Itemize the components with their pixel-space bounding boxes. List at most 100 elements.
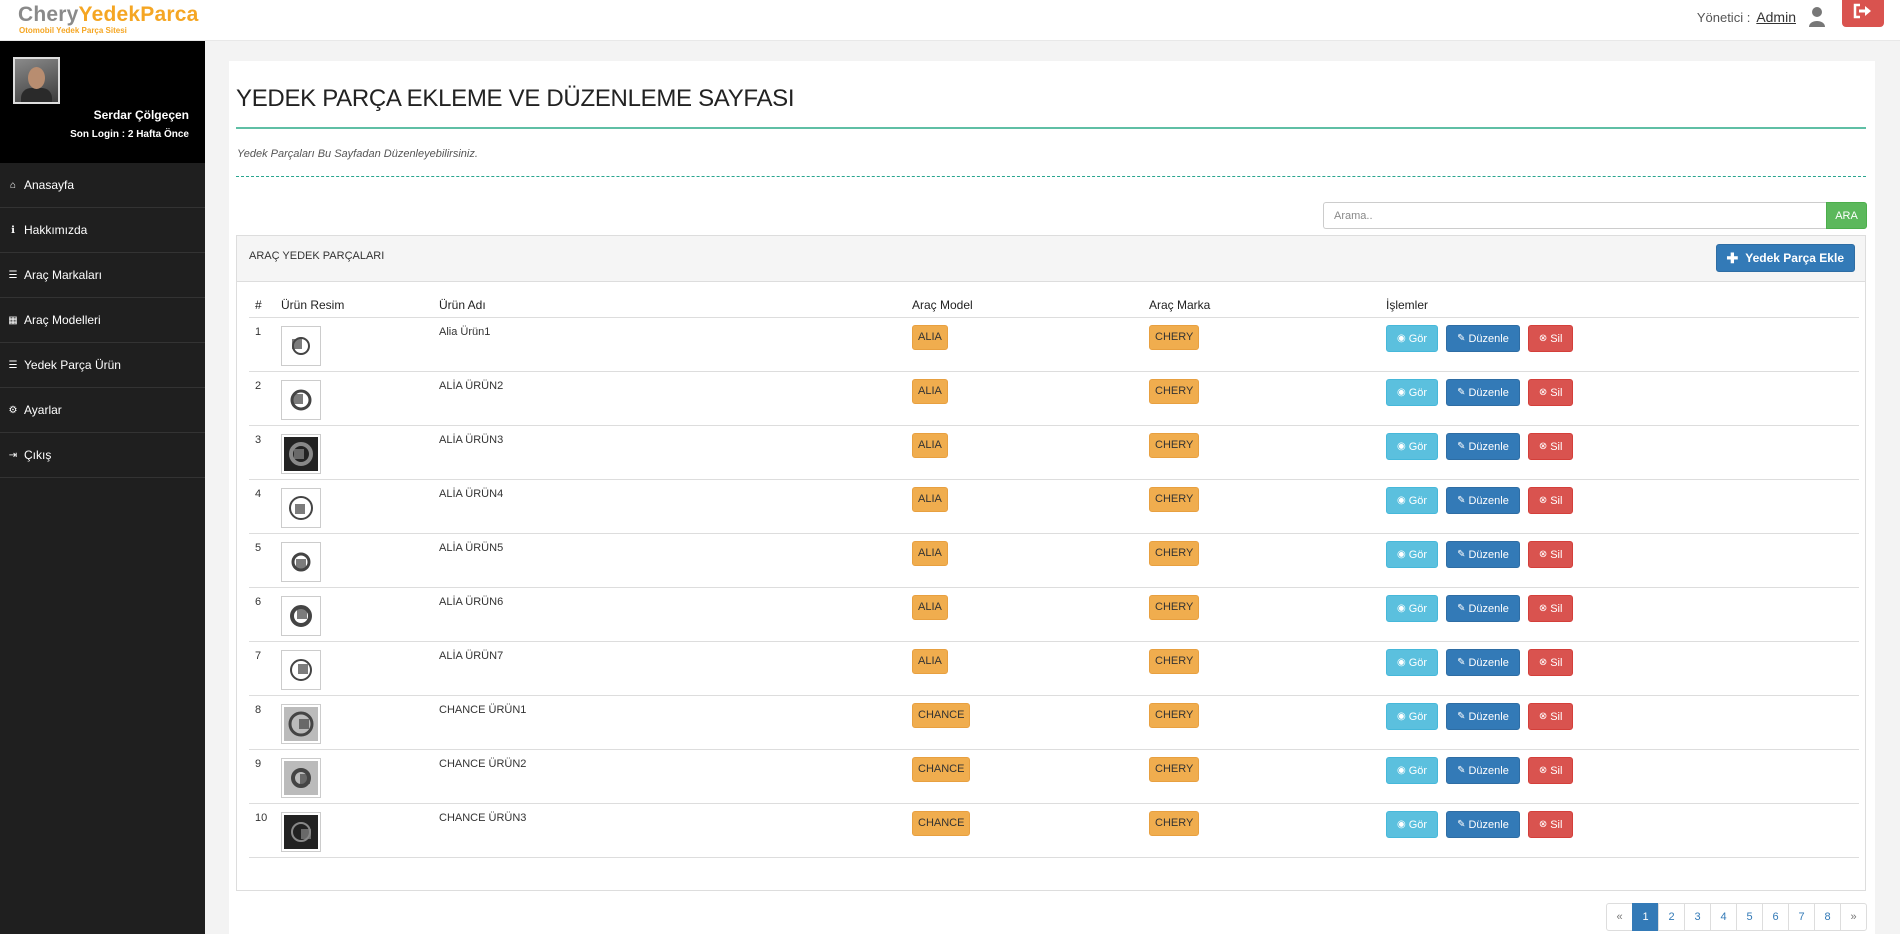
row-actions: ◉ Gör ✎ Düzenle ⊗ Sil	[1386, 757, 1574, 784]
panel-title: ARAÇ YEDEK PARÇALARI	[249, 250, 385, 262]
edit-button[interactable]: ✎ Düzenle	[1446, 811, 1520, 838]
home-icon: ⌂	[9, 179, 17, 191]
eye-icon: ◉	[1397, 441, 1406, 452]
view-button[interactable]: ◉ Gör	[1386, 487, 1439, 514]
eye-icon: ◉	[1397, 495, 1406, 506]
product-image[interactable]	[281, 596, 321, 636]
product-image[interactable]	[281, 650, 321, 690]
logo-text-yedekparca: YedekParca	[78, 3, 199, 26]
edit-label: Düzenle	[1468, 494, 1509, 507]
header-col-actions: İşlemler	[1386, 298, 1429, 312]
product-image[interactable]	[281, 758, 321, 798]
product-image[interactable]	[281, 326, 321, 366]
edit-button[interactable]: ✎ Düzenle	[1446, 325, 1520, 352]
model-label: ALIA	[912, 487, 948, 512]
edit-button[interactable]: ✎ Düzenle	[1446, 595, 1520, 622]
view-button[interactable]: ◉ Gör	[1386, 703, 1439, 730]
view-button[interactable]: ◉ Gör	[1386, 757, 1439, 784]
model-label: CHANCE	[912, 757, 971, 782]
delete-button[interactable]: ⊗ Sil	[1527, 757, 1574, 784]
pagination-page-4[interactable]: 4	[1710, 903, 1737, 931]
edit-button[interactable]: ✎ Düzenle	[1446, 541, 1520, 568]
times-circle-icon: ⊗	[1538, 765, 1548, 776]
table-header: # Ürün Resim Ürün Adı Araç Model Araç Marka İ…	[249, 296, 1859, 318]
table-row: 9 CHANCE ÜRÜN2 CHANCE CHERY ◉ Gör ✎ Düzenle ⊗ Sil	[249, 750, 1859, 804]
pagination-prev[interactable]: «	[1606, 903, 1633, 931]
sidebar-item-5[interactable]: ⚙ Ayarlar	[0, 388, 205, 433]
main-content: YEDEK PARÇA EKLEME VE DÜZENLEME SAYFASI …	[229, 61, 1875, 934]
view-button[interactable]: ◉ Gör	[1386, 325, 1439, 352]
view-label: Gör	[1408, 764, 1428, 777]
view-button[interactable]: ◉ Gör	[1386, 811, 1439, 838]
edit-icon: ✎	[1457, 603, 1466, 614]
product-image[interactable]	[281, 704, 321, 744]
sidebar-item-6[interactable]: ⇥ Çıkış	[0, 433, 205, 478]
sidebar-item-label: Anasayfa	[24, 178, 75, 192]
pagination-page-1[interactable]: 1	[1632, 903, 1659, 931]
table-row: 6 ALİA ÜRÜN6 ALIA CHERY ◉ Gör ✎ Düzenle ⊗ Sil	[249, 588, 1859, 642]
delete-button[interactable]: ⊗ Sil	[1527, 811, 1574, 838]
edit-button[interactable]: ✎ Düzenle	[1446, 757, 1520, 784]
edit-button[interactable]: ✎ Düzenle	[1446, 433, 1520, 460]
pagination-page-7[interactable]: 7	[1788, 903, 1815, 931]
delete-button[interactable]: ⊗ Sil	[1527, 325, 1574, 352]
sidebar-item-label: Ayarlar	[24, 403, 62, 417]
site-logo[interactable]: CheryYedekParca Otomobil Yedek Parça Sit…	[18, 3, 199, 36]
product-image[interactable]	[281, 380, 321, 420]
sidebar-item-0[interactable]: ⌂ Anasayfa	[0, 163, 205, 208]
view-button[interactable]: ◉ Gör	[1386, 541, 1439, 568]
delete-button[interactable]: ⊗ Sil	[1527, 595, 1574, 622]
admin-link[interactable]: Admin	[1756, 9, 1796, 25]
delete-button[interactable]: ⊗ Sil	[1527, 541, 1574, 568]
pagination-page-5[interactable]: 5	[1736, 903, 1763, 931]
search-button[interactable]: ARA	[1826, 202, 1867, 229]
edit-button[interactable]: ✎ Düzenle	[1446, 379, 1520, 406]
pagination-page-3[interactable]: 3	[1684, 903, 1711, 931]
eye-icon: ◉	[1397, 603, 1406, 614]
edit-button[interactable]: ✎ Düzenle	[1446, 487, 1520, 514]
view-button[interactable]: ◉ Gör	[1386, 649, 1439, 676]
delete-button[interactable]: ⊗ Sil	[1527, 379, 1574, 406]
view-button[interactable]: ◉ Gör	[1386, 379, 1439, 406]
delete-button[interactable]: ⊗ Sil	[1527, 649, 1574, 676]
pagination-page-8[interactable]: 8	[1814, 903, 1841, 931]
plus-icon: ✚	[1726, 249, 1739, 266]
delete-button[interactable]: ⊗ Sil	[1527, 703, 1574, 730]
logout-button[interactable]	[1842, 0, 1884, 27]
edit-button[interactable]: ✎ Düzenle	[1446, 649, 1520, 676]
brand-badge: CHERY	[1149, 595, 1200, 620]
pagination-next[interactable]: »	[1840, 903, 1867, 931]
product-image[interactable]	[281, 488, 321, 528]
product-image[interactable]	[281, 434, 321, 474]
view-button[interactable]: ◉ Gör	[1386, 595, 1439, 622]
model-label: ALIA	[912, 379, 948, 404]
panel-header: ARAÇ YEDEK PARÇALARI ✚ Yedek Parça Ekle	[237, 236, 1865, 282]
delete-button[interactable]: ⊗ Sil	[1527, 487, 1574, 514]
avatar	[13, 57, 60, 104]
logo-text-chery: Chery	[18, 3, 79, 26]
sidebar-item-2[interactable]: ☰ Araç Markaları	[0, 253, 205, 298]
brand-badge: CHERY	[1149, 541, 1200, 566]
search-input[interactable]	[1323, 202, 1826, 229]
header-col-brand: Araç Marka	[1149, 298, 1211, 312]
profile-last-login: Son Login : 2 Hafta Önce	[70, 129, 189, 140]
brand-badge: CHERY	[1149, 811, 1200, 836]
pagination-page-2[interactable]: 2	[1658, 903, 1685, 931]
product-image[interactable]	[281, 812, 321, 852]
sidebar-item-3[interactable]: ▦ Araç Modelleri	[0, 298, 205, 343]
pagination-page-6[interactable]: 6	[1762, 903, 1789, 931]
edit-button[interactable]: ✎ Düzenle	[1446, 703, 1520, 730]
brand-label: CHERY	[1149, 487, 1200, 512]
view-button[interactable]: ◉ Gör	[1386, 433, 1439, 460]
sidebar-item-1[interactable]: ℹ Hakkımızda	[0, 208, 205, 253]
product-image[interactable]	[281, 542, 321, 582]
edit-icon: ✎	[1457, 819, 1466, 830]
sidebar-item-4[interactable]: ☰ Yedek Parça Ürün	[0, 343, 205, 388]
header-col-name: Ürün Adı	[439, 298, 486, 312]
info-icon: ℹ	[11, 224, 15, 236]
product-name: CHANCE ÜRÜN2	[439, 758, 527, 770]
add-part-button[interactable]: ✚ Yedek Parça Ekle	[1715, 244, 1855, 272]
header-col-image: Ürün Resim	[281, 298, 345, 312]
delete-button[interactable]: ⊗ Sil	[1527, 433, 1574, 460]
product-name: Alia Ürün1	[439, 326, 491, 338]
